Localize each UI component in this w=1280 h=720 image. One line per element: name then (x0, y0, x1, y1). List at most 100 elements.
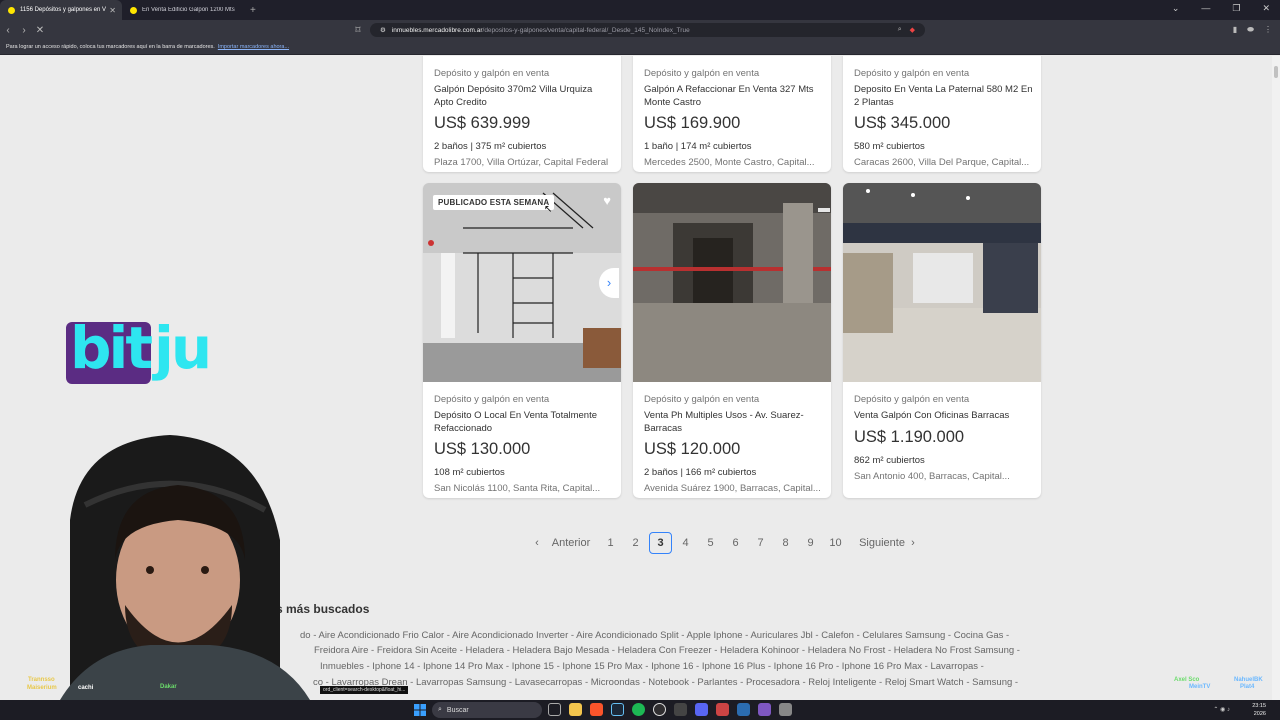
file-explorer-icon[interactable] (569, 703, 582, 716)
browser-tab-active[interactable]: 1156 Depósitos y galpones en V ✕ (0, 0, 122, 20)
maximize-icon[interactable]: ❐ (1232, 3, 1240, 14)
menu-icon[interactable]: ⋮ (1264, 25, 1272, 35)
site-info-icon[interactable]: ⚙ (380, 26, 386, 34)
page-link[interactable]: 5 (698, 537, 723, 549)
next-page-chevron-icon[interactable]: › (908, 537, 918, 549)
tab-title: En Venta Edificio Galpon 1200 Mts M (142, 7, 236, 13)
page-link[interactable]: 2 (623, 537, 648, 549)
minimize-icon[interactable]: — (1201, 3, 1210, 14)
next-page-link[interactable]: Siguiente (856, 537, 908, 549)
page-link[interactable]: 7 (748, 537, 773, 549)
listing-card[interactable]: Depósito y galpón en venta Galpón Depósi… (423, 56, 621, 172)
obs-icon[interactable] (653, 703, 666, 716)
stream-name-label: cachi (78, 685, 94, 691)
terminal-icon[interactable] (674, 703, 687, 716)
listing-location: San Antonio 400, Barracas, Capital... (854, 470, 1010, 482)
most-searched-line[interactable]: Freidora Aire - Freidora Sin Aceite - He… (314, 645, 1254, 656)
listing-title[interactable]: Venta Ph Multiples Usos - Av. Suarez- Ba… (644, 410, 823, 435)
bookmark-icon[interactable]: ⌑ (350, 25, 366, 36)
stream-name-label: Trannsso (28, 677, 55, 683)
listing-title[interactable]: Galpón A Refaccionar En Venta 327 Mts Mo… (644, 84, 823, 109)
listing-title[interactable]: Galpón Depósito 370m2 Villa Urquiza Apto… (434, 84, 613, 109)
app-icon[interactable] (737, 703, 750, 716)
webcam-overlay (60, 435, 310, 700)
close-window-icon[interactable]: ✕ (1262, 3, 1270, 14)
prev-page-link[interactable]: Anterior (544, 537, 598, 549)
search-icon: ⌕ (438, 706, 442, 713)
spotify-icon[interactable] (632, 703, 645, 716)
listing-title[interactable]: Deposito En Venta La Paternal 580 M2 En … (854, 84, 1033, 109)
app-icon[interactable] (758, 703, 771, 716)
browser-tab[interactable]: En Venta Edificio Galpon 1200 Mts M (122, 0, 244, 20)
page-link[interactable]: 10 (823, 537, 848, 549)
page-link[interactable]: 6 (723, 537, 748, 549)
app-icon[interactable] (716, 703, 729, 716)
prev-page-chevron-icon[interactable]: ‹ (530, 537, 544, 549)
new-tab-icon[interactable]: + (250, 5, 256, 16)
listing-card[interactable]: PUBLICADO ESTA SEMANA ♥ › Depósito y gal… (423, 183, 621, 498)
forward-icon[interactable]: › (16, 25, 32, 36)
system-tray-icons[interactable]: ⌃ ◉ ♪ (1213, 706, 1230, 713)
discord-icon[interactable] (695, 703, 708, 716)
tab-search-icon[interactable]: ⌄ (1172, 3, 1180, 14)
stop-loading-icon[interactable]: ✕ (32, 25, 48, 36)
listing-attributes: 580 m² cubiertos (854, 141, 925, 152)
most-searched-line[interactable]: co - Lavarropas Drean - Lavarropas Samsu… (313, 677, 1253, 688)
listing-price: US$ 169.900 (644, 114, 741, 132)
brave-browser-icon[interactable] (590, 703, 603, 716)
zoom-icon[interactable]: ⌕ (898, 26, 902, 34)
listing-price: US$ 1.190.000 (854, 427, 965, 446)
listing-title[interactable]: Venta Galpón Con Oficinas Barracas (854, 410, 1033, 423)
listing-location: Plaza 1700, Villa Ortúzar, Capital Feder… (434, 157, 609, 168)
favorite-heart-icon[interactable]: ♥ (603, 193, 611, 208)
listing-photo[interactable] (633, 183, 831, 382)
page-scrollbar[interactable] (1272, 56, 1280, 701)
listing-card[interactable]: Depósito y galpón en venta Venta Ph Mult… (633, 183, 831, 498)
stream-name-label: Maiserium (27, 685, 57, 691)
taskbar-clock[interactable]: 23:15 2026 (1252, 702, 1266, 718)
task-view-icon[interactable] (548, 703, 561, 716)
clock-date: 2026 (1253, 711, 1266, 717)
listing-category: Depósito y galpón en venta (434, 394, 550, 405)
most-searched-line[interactable]: Inmuebles - Iphone 14 - Iphone 14 Pro Ma… (320, 661, 1260, 672)
page-link-current[interactable]: 3 (649, 532, 672, 554)
extensions-icon[interactable]: ⬬ (1247, 25, 1254, 35)
listing-attributes: 2 baños | 166 m² cubiertos (644, 467, 757, 478)
browser-tab-bar: 1156 Depósitos y galpones en V ✕ En Vent… (0, 0, 1280, 20)
listing-category: Depósito y galpón en venta (644, 68, 760, 79)
page-link[interactable]: 4 (673, 537, 698, 549)
close-tab-icon[interactable]: ✕ (109, 6, 116, 15)
back-icon[interactable]: ‹ (0, 25, 16, 36)
taskbar-search-placeholder: Buscar (446, 706, 469, 714)
extension-icon[interactable]: ◆ (910, 26, 915, 34)
page-link[interactable]: 1 (598, 537, 623, 549)
browser-nav-bar: ‹ › ✕ ⌑ ⚙ inmuebles.mercadolibre.com.ar /… (0, 20, 1280, 40)
taskbar-search[interactable]: ⌕ Buscar (432, 702, 542, 718)
listing-photo[interactable] (843, 183, 1041, 382)
listing-photo[interactable] (423, 183, 621, 382)
listing-price: US$ 130.000 (434, 440, 531, 458)
page-link[interactable]: 8 (773, 537, 798, 549)
listing-card[interactable]: Depósito y galpón en venta Venta Galpón … (843, 183, 1041, 498)
scrollbar-thumb[interactable] (1274, 66, 1278, 78)
sidebar-icon[interactable]: ▮ (1233, 25, 1237, 35)
page-link[interactable]: 9 (798, 537, 823, 549)
listing-category: Depósito y galpón en venta (644, 394, 760, 405)
tab-title: 1156 Depósitos y galpones en V (20, 7, 106, 13)
address-bar[interactable]: ⚙ inmuebles.mercadolibre.com.ar/deposito… (370, 23, 925, 37)
mouse-cursor-icon: ↖ (544, 204, 553, 215)
import-bookmarks-link[interactable]: Importar marcadores ahora... (218, 44, 289, 50)
logo-left-text: bit (70, 314, 153, 382)
listing-category: Depósito y galpón en venta (854, 68, 970, 79)
listing-card[interactable]: Depósito y galpón en venta Galpón A Refa… (633, 56, 831, 172)
listing-title[interactable]: Depósito O Local En Venta Totalmente Ref… (434, 410, 613, 435)
app-icon[interactable] (779, 703, 792, 716)
windows-start-icon[interactable] (414, 704, 426, 716)
stream-name-label: Axel Sco (1174, 677, 1200, 683)
steam-icon[interactable] (611, 703, 624, 716)
listing-location: Caracas 2600, Villa Del Parque, Capital.… (854, 157, 1030, 168)
bookmarks-hint: Para lograr un acceso rápido, coloca tus… (6, 44, 215, 50)
listing-card[interactable]: Depósito y galpón en venta Deposito En V… (843, 56, 1041, 172)
mercadolibre-favicon-icon (130, 6, 137, 14)
most-searched-line[interactable]: do - Aire Acondicionado Frio Calor - Air… (300, 630, 1240, 641)
